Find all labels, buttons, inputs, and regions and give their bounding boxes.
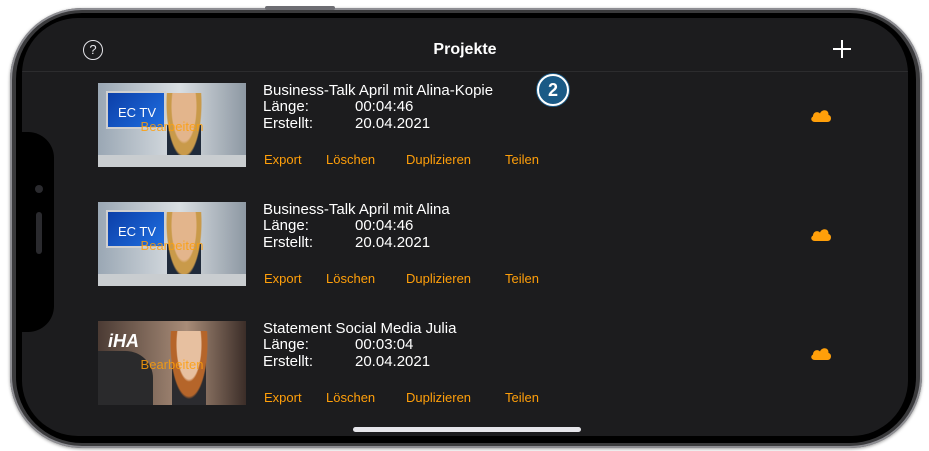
project-row[interactable]: iHA Bearbeiten Statement Social Media Ju…: [22, 312, 908, 430]
page-title: Projekte: [433, 41, 497, 58]
project-thumbnail[interactable]: EC TV Bearbeiten: [98, 202, 246, 286]
project-thumbnail[interactable]: iHA Bearbeiten: [98, 321, 246, 405]
camera-icon: [35, 185, 43, 193]
length-label: Länge:: [263, 336, 309, 353]
created-label: Erstellt:: [263, 353, 314, 370]
project-created: Erstellt: 20.04.2021: [263, 354, 430, 370]
delete-button[interactable]: Löschen: [326, 152, 375, 167]
cloud-icon[interactable]: [810, 108, 832, 122]
created-label: Erstellt:: [263, 115, 314, 132]
delete-button[interactable]: Löschen: [326, 271, 375, 286]
length-label: Länge:: [263, 98, 309, 115]
delete-button[interactable]: Löschen: [326, 390, 375, 405]
cloud-icon[interactable]: [810, 227, 832, 241]
navigation-bar: ? Projekte: [22, 18, 908, 72]
length-value: 00:04:46: [355, 98, 414, 115]
share-button[interactable]: Teilen: [505, 390, 539, 405]
project-name: Business-Talk April mit Alina: [263, 201, 450, 218]
project-row[interactable]: EC TV Bearbeiten Business-Talk April mit…: [22, 74, 908, 192]
length-label: Länge:: [263, 217, 309, 234]
device-side-button: [265, 6, 335, 10]
length-value: 00:04:46: [355, 217, 414, 234]
export-button[interactable]: Export: [264, 390, 302, 405]
edit-overlay-label[interactable]: Bearbeiten: [98, 119, 246, 134]
speaker-grille: [36, 212, 42, 254]
callout-badge: 2: [537, 74, 569, 106]
thumbnail-logo: EC TV: [118, 105, 157, 120]
duplicate-button[interactable]: Duplizieren: [406, 271, 471, 286]
export-button[interactable]: Export: [264, 271, 302, 286]
created-label: Erstellt:: [263, 234, 314, 251]
project-length: Länge: 00:03:04: [263, 337, 413, 353]
project-created: Erstellt: 20.04.2021: [263, 235, 430, 251]
project-row[interactable]: EC TV Bearbeiten Business-Talk April mit…: [22, 193, 908, 311]
home-indicator[interactable]: [353, 427, 581, 432]
app-screen: ? Projekte EC TV Bearbeiten Business-Tal…: [22, 18, 908, 436]
length-value: 00:03:04: [355, 336, 414, 353]
edit-overlay-label[interactable]: Bearbeiten: [98, 357, 246, 372]
created-value: 20.04.2021: [355, 353, 431, 370]
created-value: 20.04.2021: [355, 234, 431, 251]
share-button[interactable]: Teilen: [505, 271, 539, 286]
edit-overlay-label[interactable]: Bearbeiten: [98, 238, 246, 253]
duplicate-button[interactable]: Duplizieren: [406, 390, 471, 405]
project-name: Business-Talk April mit Alina-Kopie: [263, 82, 494, 99]
plus-icon[interactable]: [833, 40, 851, 58]
duplicate-button[interactable]: Duplizieren: [406, 152, 471, 167]
thumbnail-logo: EC TV: [118, 224, 157, 239]
export-button[interactable]: Export: [264, 152, 302, 167]
cloud-icon[interactable]: [810, 346, 832, 360]
project-name: Statement Social Media Julia: [263, 320, 457, 337]
project-length: Länge: 00:04:46: [263, 218, 413, 234]
device-notch: [16, 132, 54, 332]
created-value: 20.04.2021: [355, 115, 431, 132]
project-length: Länge: 00:04:46: [263, 99, 413, 115]
project-thumbnail[interactable]: EC TV Bearbeiten: [98, 83, 246, 167]
thumbnail-logo: iHA: [108, 331, 139, 351]
project-created: Erstellt: 20.04.2021: [263, 116, 430, 132]
thumbnail-desk: [98, 274, 246, 286]
thumbnail-desk: [98, 155, 246, 167]
share-button[interactable]: Teilen: [505, 152, 539, 167]
